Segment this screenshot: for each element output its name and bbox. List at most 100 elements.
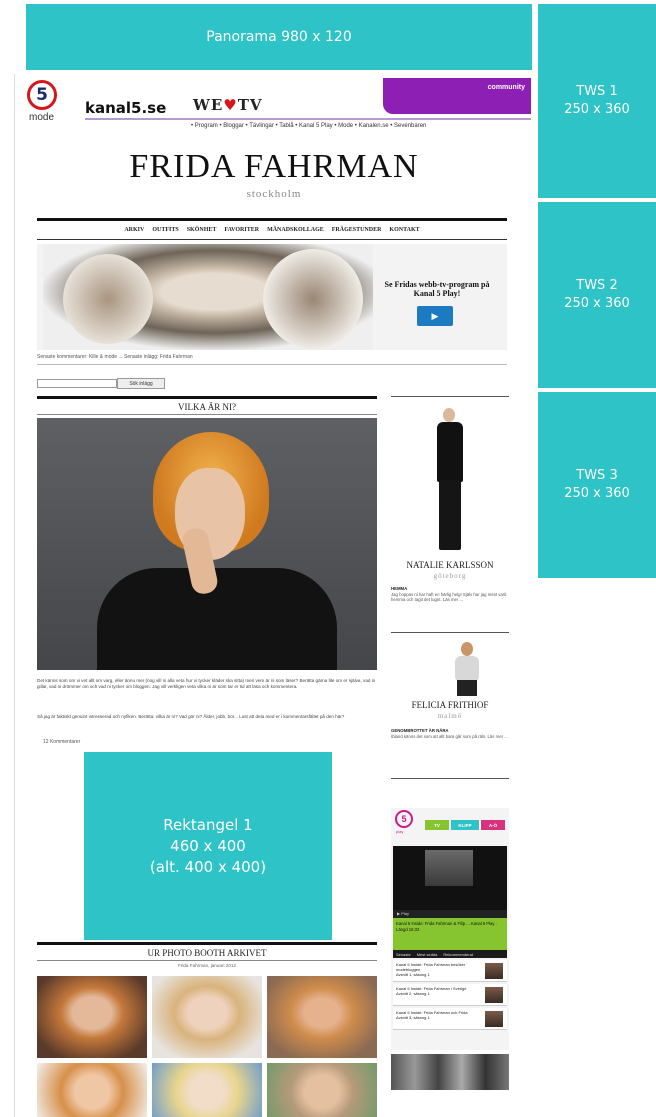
play-item-thumb <box>485 987 503 1003</box>
blogger-name[interactable]: FELICIA FRITHIOF <box>391 700 509 710</box>
blogger-excerpt: GENOMBROTTET ÄR NÄRA Ibland känns det so… <box>391 728 509 739</box>
tws1-ad[interactable]: TWS 1 250 x 360 <box>538 4 656 198</box>
play-list-item[interactable]: Kanal 5 Inside: Frida Fahrman besöker mo… <box>393 960 507 982</box>
panorama-ad-label: Panorama 980 x 120 <box>206 29 352 45</box>
welovetv-logo[interactable]: WE♥TV <box>193 96 263 114</box>
photobooth-thumb[interactable] <box>152 976 262 1058</box>
tws1-ad-title: TWS 1 <box>576 84 618 99</box>
blogger-post-text: Ibland känns det som att allt bara går s… <box>391 733 508 739</box>
photobooth-thumb[interactable] <box>37 1063 147 1117</box>
photobooth-caption: Frida Fahrman, januari 2012 <box>178 963 236 968</box>
video-frame <box>425 850 473 886</box>
panorama-ad[interactable]: Panorama 980 x 120 <box>26 4 532 70</box>
model-legs <box>457 680 477 696</box>
model-body <box>437 422 463 482</box>
tws3-ad-size: 250 x 360 <box>564 486 630 501</box>
header-divider <box>85 118 531 120</box>
model-head <box>443 408 455 422</box>
tws2-ad[interactable]: TWS 2 250 x 360 <box>538 202 656 388</box>
blog-page: 5 mode kanal5.se WE♥TV community • Progr… <box>14 74 532 1117</box>
post-photo <box>37 418 377 670</box>
play-tab-a-o[interactable]: A-Ö <box>481 820 505 830</box>
banner-portrait <box>43 244 373 350</box>
play-logo[interactable]: 5 <box>395 810 413 828</box>
blogger-name[interactable]: NATALIE KARLSSON <box>391 560 509 570</box>
kanal5-play-widget: 5 play TV KLIPP A-Ö ▶ Play Kanal 5 Insid… <box>391 808 509 1050</box>
banner-text: Se Fridas webb-tv-program på Kanal 5 Pla… <box>384 280 490 298</box>
blog-city: stockholm <box>246 188 302 200</box>
banner-play-button[interactable]: ▶ <box>417 306 453 326</box>
photobooth-thumb[interactable] <box>267 1063 377 1117</box>
search-button[interactable]: Sök inlägg <box>117 378 165 389</box>
list-tab-mest-sedda[interactable]: Mest sedda <box>417 952 438 957</box>
play-item-thumb <box>485 1011 503 1027</box>
heart-icon: ♥ <box>223 96 238 114</box>
play-tab-klipp[interactable]: KLIPP <box>451 820 479 830</box>
nav-item-fragestunder[interactable]: FRÅGESTUNDER <box>332 227 382 233</box>
photobooth-title[interactable]: UR PHOTO BOOTH ARKIVET <box>37 948 377 958</box>
photobooth-thumb[interactable] <box>37 976 147 1058</box>
model-legs <box>439 480 461 550</box>
video-controls[interactable]: ▶ Play <box>393 910 507 918</box>
rectangle-ad[interactable]: Rektangel 1 460 x 400 (alt. 400 x 400) <box>84 752 332 940</box>
play-logo-text: play <box>396 829 404 834</box>
play-list-item[interactable]: Kanal 5 Inside: Frida Fahrman och Frida … <box>393 1008 507 1030</box>
blogger-photo-felicia[interactable] <box>449 640 485 696</box>
logo-mode-label: mode <box>29 112 55 123</box>
blogger-city: malmö <box>437 712 463 720</box>
post-paragraph-1: Det känns som om vi vet allt om varg, el… <box>37 678 376 689</box>
model-head <box>461 642 473 656</box>
play-tab-tv[interactable]: TV <box>425 820 449 830</box>
list-tab-rekommenderat[interactable]: Rekommenderat <box>443 952 473 957</box>
list-tab-senaste[interactable]: Senaste <box>396 952 411 957</box>
breadcrumb[interactable]: Senaste kommentarer: Kille & mode ... Se… <box>37 354 193 360</box>
photobooth-thumb[interactable] <box>267 976 377 1058</box>
nav-item-manadskollage[interactable]: MÅNADSKOLLAGE <box>267 227 324 233</box>
play-item-thumb <box>485 963 503 979</box>
photobooth-top-rule <box>37 942 377 945</box>
blog-title[interactable]: FRIDA FAHRMAN <box>15 148 533 186</box>
photobooth-thumb[interactable] <box>152 1063 262 1117</box>
post-divider <box>37 414 377 415</box>
model-body <box>455 656 479 682</box>
community-label: community <box>487 84 525 91</box>
search-input[interactable] <box>37 379 117 388</box>
kanal5-site-link[interactable]: kanal5.se <box>85 99 166 117</box>
tws3-ad[interactable]: TWS 3 250 x 360 <box>538 392 656 578</box>
blogger-excerpt: HEMMA Jag hoppas ni har haft en härlig h… <box>391 586 509 603</box>
play-video-player[interactable] <box>393 846 507 910</box>
header-banner[interactable]: Se Fridas webb-tv-program på Kanal 5 Pla… <box>37 244 507 350</box>
play-item-title: Kanal 5 Inside: Frida Fahrman besöker mo… <box>396 962 466 972</box>
nav-item-kontakt[interactable]: KONTAKT <box>389 227 419 233</box>
banner-hair-left <box>63 254 153 344</box>
nav-item-outfits[interactable]: OUTFITS <box>152 227 178 233</box>
play-list-tabs: Senaste Mest sedda Rekommenderat <box>393 950 507 958</box>
kanal5-logo[interactable]: 5 <box>27 80 57 110</box>
video-info[interactable]: Kanal 5 Inside: Frida Fahrman & Filip ..… <box>393 918 507 950</box>
post-top-rule <box>37 396 377 399</box>
rectangle-ad-alt: (alt. 400 x 400) <box>149 857 267 876</box>
post-title[interactable]: VILKA ÄR NI? <box>37 402 377 412</box>
welovetv-post: TV <box>237 96 263 114</box>
blogger-post-text: Jag hoppas ni har haft en härlig helg! S… <box>391 591 507 603</box>
nav-item-skonhet[interactable]: SKÖNHET <box>187 227 217 233</box>
top-nav[interactable]: • Program • Bloggar • Tävlingar • Tablå … <box>191 123 426 129</box>
blogger-city: göteborg <box>433 572 467 580</box>
nav-item-favoriter[interactable]: FAVORITER <box>224 227 259 233</box>
play-list-item[interactable]: Kanal 5 Inside: Frida Fahrman i Sverige … <box>393 984 507 1006</box>
blogger-photo-natalie[interactable] <box>415 404 485 554</box>
comments-link[interactable]: 12 Kommentarer <box>43 739 80 745</box>
play-icon: ▶ <box>431 310 439 321</box>
rectangle-ad-size: 460 x 400 <box>170 836 246 855</box>
community-banner[interactable]: community <box>383 78 531 114</box>
play-item-meta: Avsnitt 3, säsong 1 <box>396 1015 430 1020</box>
cast-photo-strip[interactable] <box>391 1054 509 1090</box>
play-item-meta: Avsnitt 1, säsong 1 <box>396 972 430 977</box>
tws2-ad-title: TWS 2 <box>576 278 618 293</box>
blogger-post-heading[interactable]: HEMMA <box>391 586 407 591</box>
play-logo-number: 5 <box>401 814 407 824</box>
sidebar-divider <box>391 778 509 779</box>
blogger-post-heading[interactable]: GENOMBROTTET ÄR NÄRA <box>391 728 449 733</box>
nav-item-arkiv[interactable]: ARKIV <box>124 227 144 233</box>
sidebar-divider <box>391 396 509 397</box>
